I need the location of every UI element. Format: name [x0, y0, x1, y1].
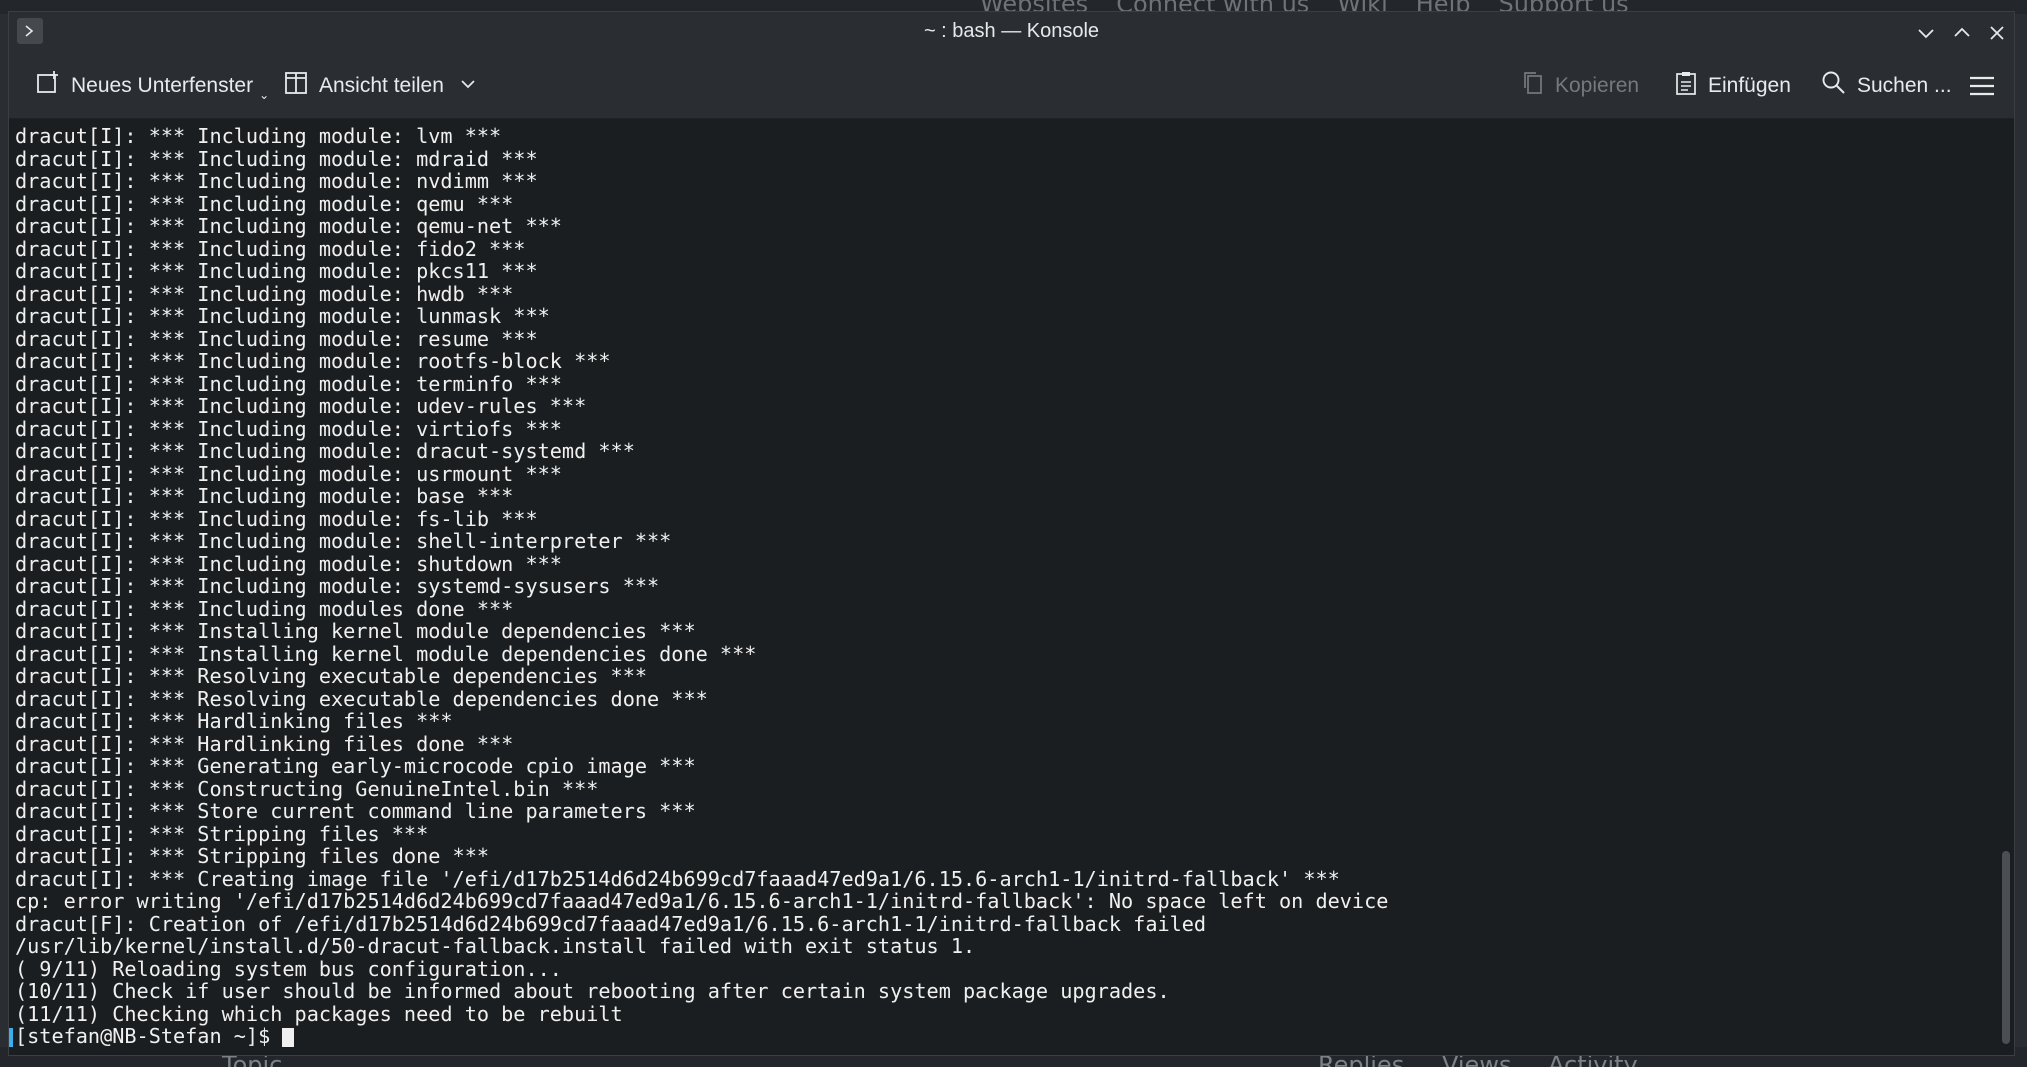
prompt-marker: [9, 1028, 13, 1047]
terminal-line: dracut[I]: *** Including module: terminf…: [15, 371, 562, 396]
terminal-line: dracut[I]: *** Including module: lunmask…: [15, 304, 550, 328]
terminal-line: dracut[I]: *** Including module: qemu-ne…: [15, 214, 562, 238]
paste-icon: [1674, 70, 1698, 102]
hamburger-menu-icon[interactable]: [1969, 66, 1995, 106]
terminal-line: (10/11) Check if user should be informed…: [15, 979, 1170, 1003]
terminal-line: dracut[I]: *** Installing kernel module …: [15, 619, 696, 643]
terminal-line: dracut[I]: *** Generating early-microcod…: [15, 754, 696, 778]
window-title: ~ : bash — Konsole: [923, 20, 1100, 42]
terminal-line: cp: error writing '/efi/d17b2514d6d24b69…: [15, 889, 1389, 913]
terminal-line: dracut[I]: *** Constructing GenuineIntel…: [15, 776, 599, 801]
terminal-line: dracut[I]: *** Resolving executable depe…: [15, 686, 708, 711]
terminal-line: dracut[I]: *** Stripping files done ***: [15, 844, 490, 868]
chevron-down-icon[interactable]: [460, 74, 476, 98]
terminal-output[interactable]: dracut[I]: *** Including module: lvm ***…: [9, 119, 1994, 1055]
terminal-line: dracut[I]: *** Including module: rootfs-…: [15, 349, 611, 373]
copy-icon: [1521, 70, 1545, 102]
new-tab-dropdown-indicator: ⌄: [259, 88, 270, 102]
terminal-line: dracut[I]: *** Including module: hwdb **…: [15, 281, 514, 306]
terminal-line: dracut[I]: *** Including module: qemu **…: [15, 191, 514, 216]
terminal-line: dracut[I]: *** Including module: fido2 *…: [15, 236, 526, 261]
terminal-line: dracut[I]: *** Including module: mdraid …: [15, 146, 538, 171]
terminal-line: dracut[I]: *** Including module: dracut-…: [15, 439, 635, 463]
terminal-line: dracut[I]: *** Installing kernel module …: [15, 641, 757, 666]
terminal-line: dracut[I]: *** Hardlinking files done **…: [15, 731, 514, 756]
new-tab-label: Neues Unterfenster: [71, 74, 254, 97]
search-icon: [1821, 70, 1847, 102]
scrollbar-handle[interactable]: [2002, 851, 2010, 1044]
terminal-line: dracut[I]: *** Including module: lvm ***: [15, 124, 502, 148]
terminal-line: dracut[I]: *** Including module: pkcs11 …: [15, 259, 538, 283]
terminal-line: dracut[I]: *** Including module: shell-i…: [15, 529, 672, 553]
terminal-line: /usr/lib/kernel/install.d/50-dracut-fall…: [15, 934, 976, 958]
minimize-icon[interactable]: [1913, 20, 1939, 46]
terminal-line: dracut[I]: *** Including module: fs-lib …: [15, 506, 538, 531]
terminal-lines: dracut[I]: *** Including module: lvm ***…: [9, 119, 1994, 1048]
close-icon[interactable]: [1984, 20, 2010, 46]
terminal-line: dracut[F]: Creation of /efi/d17b2514d6d2…: [15, 911, 1207, 936]
terminal-line: dracut[I]: *** Including module: resume …: [15, 326, 538, 351]
terminal-line: dracut[I]: *** Including module: nvdimm …: [15, 169, 538, 193]
terminal-line: dracut[I]: *** Resolving executable depe…: [15, 664, 648, 688]
konsole-window: ~ : bash — Konsole Neues Unterfenster ⌄ …: [8, 11, 2015, 1056]
paste-label: Einfügen: [1708, 74, 1791, 97]
split-view-label: Ansicht teilen: [319, 74, 444, 97]
search-label: Suchen ...: [1857, 74, 1952, 97]
terminal-line: ( 9/11) Reloading system bus configurati…: [15, 956, 562, 981]
maximize-icon[interactable]: [1949, 20, 1975, 46]
terminal-line: dracut[I]: *** Including module: systemd…: [15, 574, 660, 598]
search-button[interactable]: Suchen ...: [1821, 66, 1952, 106]
terminal-line: dracut[I]: *** Including module: usrmoun…: [15, 461, 562, 486]
scrollbar-track[interactable]: [1994, 119, 2014, 1055]
toolbar: Neues Unterfenster ⌄ Ansicht teilen Kopi…: [9, 54, 2014, 119]
copy-button[interactable]: Kopieren: [1521, 66, 1639, 106]
new-tab-icon: [35, 70, 61, 102]
terminal-line: dracut[I]: *** Including module: virtiof…: [15, 416, 562, 441]
new-tab-button[interactable]: Neues Unterfenster ⌄: [35, 66, 269, 106]
terminal-line: dracut[I]: *** Store current command lin…: [15, 799, 696, 823]
terminal-line: dracut[I]: *** Including modules done **…: [15, 596, 514, 621]
text-cursor: [282, 1028, 295, 1047]
terminal-line: dracut[I]: *** Creating image file '/efi…: [15, 866, 1340, 891]
paste-button[interactable]: Einfügen: [1674, 66, 1791, 106]
terminal-line: dracut[I]: *** Including module: udev-ru…: [15, 394, 587, 418]
terminal-line: dracut[I]: *** Including module: shutdow…: [15, 551, 562, 576]
prompt-line[interactable]: [stefan@NB-Stefan ~]$: [9, 1024, 1994, 1048]
shell-prompt: [stefan@NB-Stefan ~]$: [15, 1024, 271, 1048]
terminal-line: (11/11) Checking which packages need to …: [15, 1001, 623, 1026]
title-bar[interactable]: ~ : bash — Konsole: [9, 12, 2014, 54]
terminal-line: dracut[I]: *** Stripping files ***: [15, 821, 429, 846]
split-view-button[interactable]: Ansicht teilen: [283, 66, 476, 106]
terminal-line: dracut[I]: *** Including module: base **…: [15, 484, 514, 508]
split-view-icon: [283, 70, 309, 102]
terminal-line: dracut[I]: *** Hardlinking files ***: [15, 709, 453, 733]
copy-label: Kopieren: [1555, 74, 1640, 97]
